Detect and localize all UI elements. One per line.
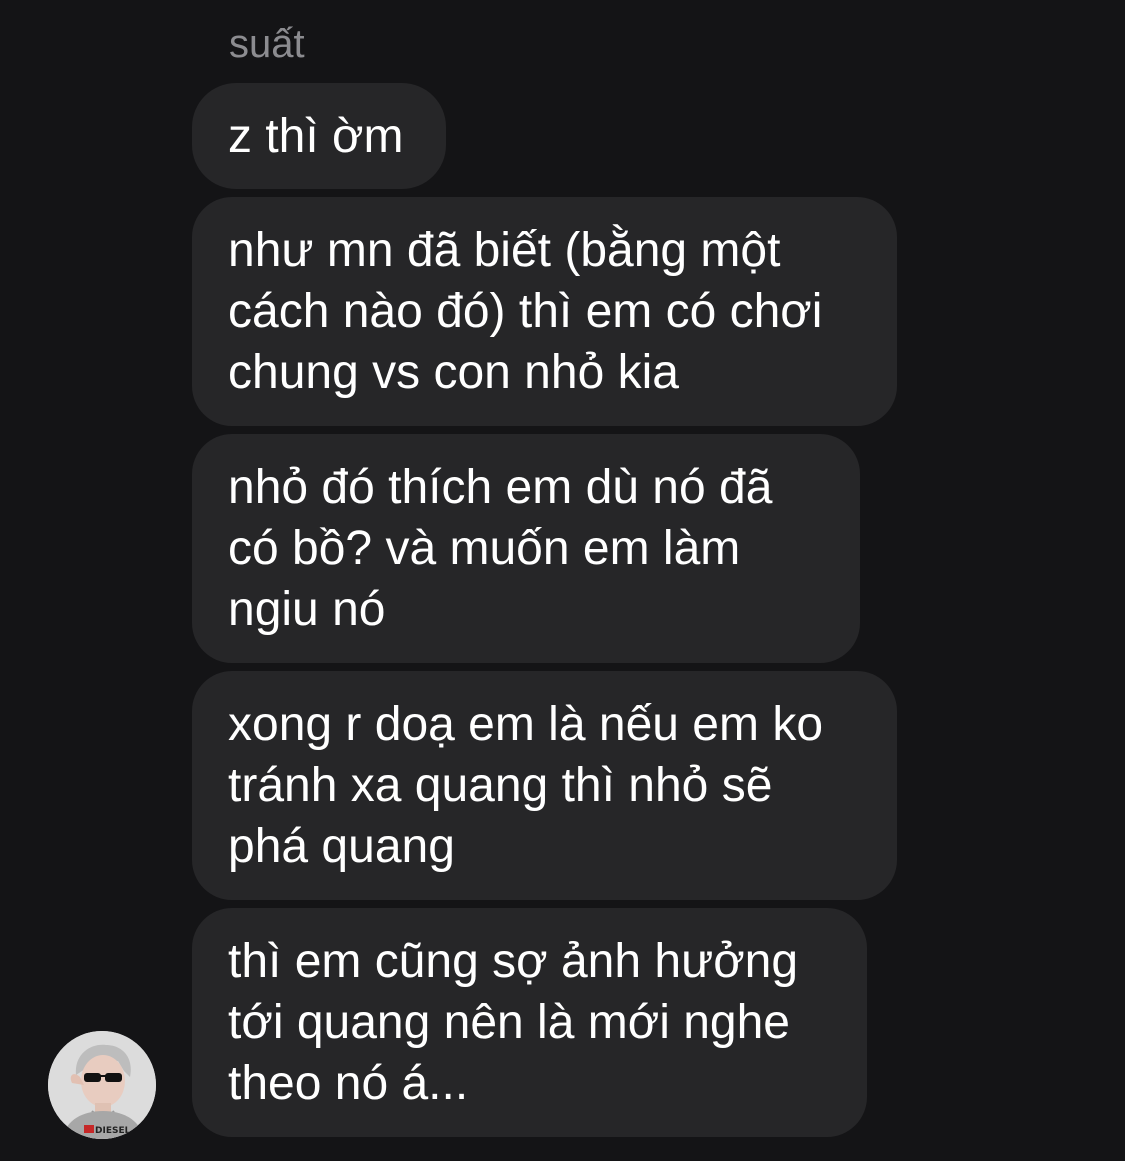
message-text: thì em cũng sợ ảnh hưởng tới quang nên l… <box>228 935 799 1110</box>
message-text: z thì ờm <box>228 109 404 163</box>
message-bubble[interactable]: thì em cũng sợ ảnh hưởng tới quang nên l… <box>192 908 867 1137</box>
message-bubble[interactable]: như mn đã biết (bằng một cách nào đó) th… <box>192 197 897 426</box>
message-bubble[interactable]: nhỏ đó thích em dù nó đã có bồ? và muốn … <box>192 434 860 663</box>
message-text: nhỏ đó thích em dù nó đã có bồ? và muốn … <box>228 461 773 636</box>
message-text: xong r doạ em là nếu em ko tránh xa quan… <box>228 698 824 873</box>
previous-message-fragment: suất <box>229 22 305 66</box>
message-text: như mn đã biết (bằng một cách nào đó) th… <box>228 224 823 399</box>
message-bubble[interactable]: xong r doạ em là nếu em ko tránh xa quan… <box>192 671 897 900</box>
shirt-logo-text: DIESEL <box>95 1126 131 1136</box>
sender-avatar[interactable]: DIESEL <box>48 1031 156 1139</box>
user-avatar-photo-icon: DIESEL <box>48 1031 156 1139</box>
chat-thread: suất z thì ờm như mn đã biết (bằng một c… <box>0 0 1125 1161</box>
message-bubble[interactable]: z thì ờm <box>192 83 446 189</box>
